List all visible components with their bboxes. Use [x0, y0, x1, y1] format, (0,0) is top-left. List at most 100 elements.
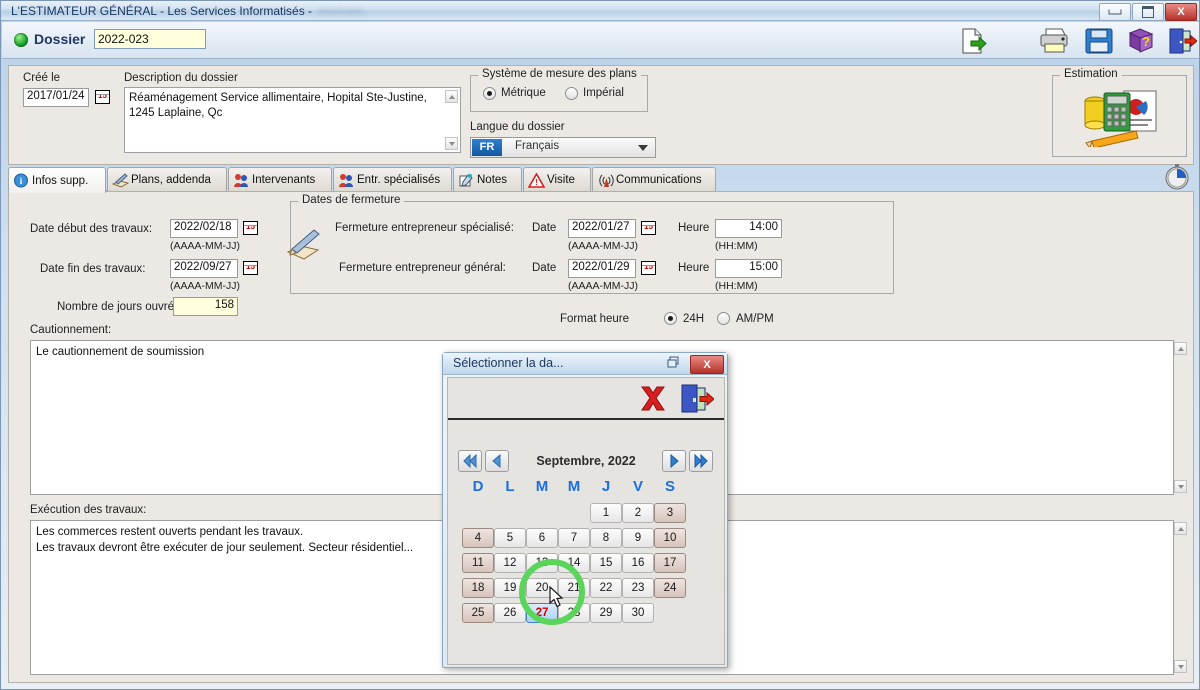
calendar-icon-spec-date[interactable]: 15	[641, 221, 656, 235]
tab-entr-specialises[interactable]: Entr. spécialisés	[333, 167, 452, 192]
description-textarea[interactable]: Réaménagement Service allimentaire, Hopi…	[124, 87, 461, 153]
calendar-day-9[interactable]: 9	[622, 528, 654, 548]
description-scroll-up[interactable]	[445, 90, 458, 103]
calendar-day-26[interactable]: 26	[494, 603, 526, 623]
calendar-day-22[interactable]: 22	[590, 578, 622, 598]
maximize-button[interactable]	[1132, 3, 1164, 21]
spec-heure-hint: (HH:MM)	[715, 240, 758, 252]
description-label: Description du dossier	[124, 72, 238, 84]
spec-heure-input[interactable]: 14:00	[715, 219, 782, 238]
radio-format-ampm[interactable]	[717, 312, 730, 325]
calendar-day-11[interactable]: 11	[462, 553, 494, 573]
cree-le-value[interactable]: 2017/01/24	[23, 88, 89, 107]
last-month-button[interactable]	[689, 450, 713, 472]
date-fin-label: Date fin des travaux:	[40, 263, 145, 275]
window-controls: X	[1099, 3, 1197, 21]
tab-intervenants[interactable]: Intervenants	[228, 167, 332, 192]
langue-combobox[interactable]: FR Français	[470, 137, 656, 158]
dossier-input[interactable]	[94, 29, 206, 49]
date-fin-input[interactable]: 2022/09/27	[170, 259, 238, 278]
calendar-icon-date-debut[interactable]: 15	[243, 221, 258, 235]
gen-heure-input[interactable]: 15:00	[715, 259, 782, 278]
info-icon: i	[13, 173, 30, 188]
langue-flag: FR	[472, 139, 502, 156]
calendar-day-23[interactable]: 23	[622, 578, 654, 598]
tab-infos-supp[interactable]: i Infos supp.	[8, 167, 106, 193]
calendar-day-3[interactable]: 3	[654, 503, 686, 523]
mesure-group: Système de mesure des plans Métrique Imp…	[470, 75, 648, 112]
exit-door-icon[interactable]	[680, 383, 714, 418]
calendar-day-16[interactable]: 16	[622, 553, 654, 573]
description-scroll-down[interactable]	[445, 137, 458, 150]
dialog-close-button[interactable]: X	[690, 355, 724, 374]
calendar-day-21[interactable]: 21	[558, 578, 590, 598]
label-imperial: Impérial	[583, 87, 624, 99]
calendar-day-18[interactable]: 18	[462, 578, 494, 598]
gen-date-input[interactable]: 2022/01/29	[568, 259, 636, 278]
calendar-day-10[interactable]: 10	[654, 528, 686, 548]
radio-metrique[interactable]	[483, 87, 496, 100]
calendar-day-15[interactable]: 15	[590, 553, 622, 573]
spec-date-input[interactable]: 2022/01/27	[568, 219, 636, 238]
minimize-button[interactable]	[1099, 3, 1131, 21]
dialog-body: Septembre, 2022 DLMMJVS 1234567891011121…	[447, 377, 725, 665]
calendar-day-28[interactable]: 28	[558, 603, 590, 623]
cautionnement-scroll-up[interactable]	[1174, 342, 1187, 355]
calendar-day-19[interactable]: 19	[494, 578, 526, 598]
calendar-day-12[interactable]: 12	[494, 553, 526, 573]
calendar-day-2[interactable]: 2	[622, 503, 654, 523]
people-icon	[338, 173, 355, 188]
tab-notes[interactable]: Notes	[453, 167, 522, 192]
calendar-day-29[interactable]: 29	[590, 603, 622, 623]
date-debut-input[interactable]: 2022/02/18	[170, 219, 238, 238]
antenna-icon	[597, 173, 614, 188]
save-floppy-icon[interactable]	[1084, 27, 1114, 58]
calendar-day-8[interactable]: 8	[590, 528, 622, 548]
export-document-icon[interactable]	[959, 27, 989, 58]
next-month-button[interactable]	[662, 450, 686, 472]
calculator-chart-icon[interactable]	[1078, 85, 1164, 150]
gen-date-label: Date	[532, 262, 556, 274]
close-button[interactable]: X	[1165, 3, 1197, 21]
spec-date-hint: (AAAA-MM-JJ)	[568, 240, 638, 252]
dates-fermeture-label: Dates de fermeture	[298, 194, 404, 206]
calendar-day-30[interactable]: 30	[622, 603, 654, 623]
tab-communications[interactable]: Communications	[592, 167, 716, 192]
stopwatch-icon[interactable]	[1164, 164, 1190, 193]
help-book-icon[interactable]: ?	[1125, 27, 1157, 58]
calendar-day-14[interactable]: 14	[558, 553, 590, 573]
calendar-day-6[interactable]: 6	[526, 528, 558, 548]
jours-ouvres-input[interactable]: 158	[173, 297, 238, 316]
tab-visite[interactable]: ! Visite	[523, 167, 591, 192]
calendar-day-24[interactable]: 24	[654, 578, 686, 598]
dossier-label: Dossier	[34, 31, 85, 47]
chevron-down-icon[interactable]	[638, 145, 648, 151]
calendar-day-7[interactable]: 7	[558, 528, 590, 548]
calendar-day-1[interactable]: 1	[590, 503, 622, 523]
calendar-day-20[interactable]: 20	[526, 578, 558, 598]
calendar-icon-gen-date[interactable]: 15	[641, 261, 656, 275]
calendar-day-5[interactable]: 5	[494, 528, 526, 548]
calendar-icon-cree-le[interactable]: 15	[95, 90, 110, 104]
date-debut-hint: (AAAA-MM-JJ)	[170, 240, 240, 252]
red-x-icon[interactable]	[638, 384, 668, 417]
radio-format-24h[interactable]	[664, 312, 677, 325]
exit-door-icon[interactable]	[1167, 27, 1197, 58]
calendar-day-25[interactable]: 25	[462, 603, 494, 623]
execution-scroll-down[interactable]	[1174, 660, 1187, 673]
tab-label: Visite	[547, 174, 575, 186]
calendar-day-17[interactable]: 17	[654, 553, 686, 573]
restore-icon[interactable]	[667, 356, 681, 369]
gen-date-hint: (AAAA-MM-JJ)	[568, 280, 638, 292]
calendar-day-13[interactable]: 13	[526, 553, 558, 573]
tab-plans-addenda[interactable]: Plans, addenda	[107, 167, 227, 192]
printer-icon[interactable]	[1038, 27, 1072, 58]
radio-imperial[interactable]	[565, 87, 578, 100]
calendar-day-4[interactable]: 4	[462, 528, 494, 548]
calendar-day-27[interactable]: 27	[526, 603, 558, 623]
book-pencil-icon	[112, 173, 129, 188]
dialog-toolbar	[448, 378, 724, 420]
calendar-icon-date-fin[interactable]: 15	[243, 261, 258, 275]
execution-scroll-up[interactable]	[1174, 522, 1187, 535]
cautionnement-scroll-down[interactable]	[1174, 480, 1187, 493]
